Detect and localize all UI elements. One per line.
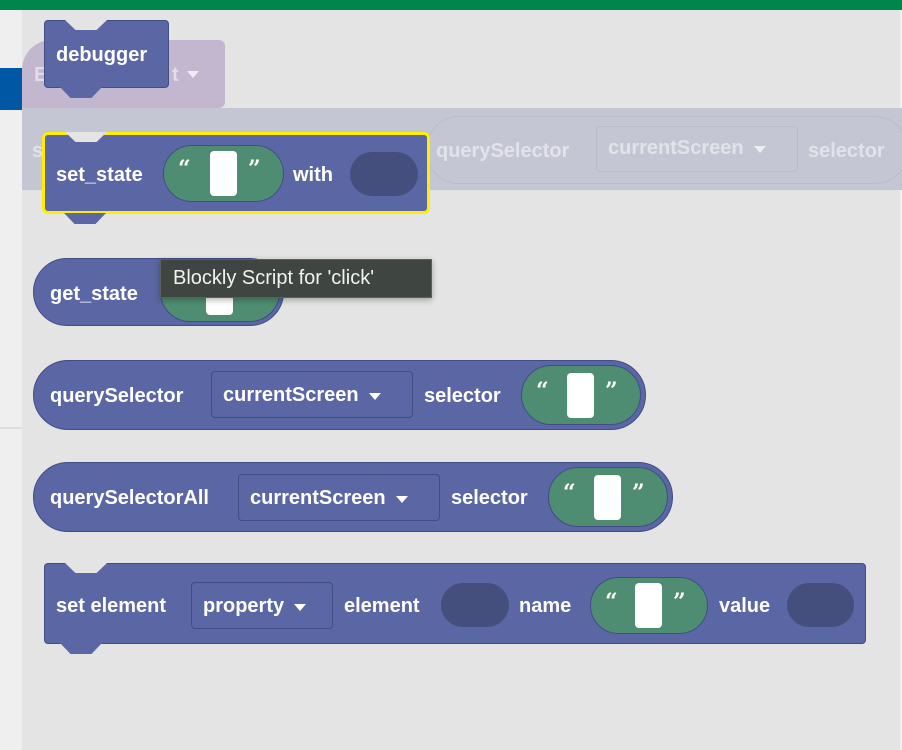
text-field[interactable] <box>567 373 594 418</box>
string-input[interactable]: “ ” <box>548 467 668 527</box>
string-input[interactable]: “ ” <box>521 365 641 425</box>
close-quote-icon: ” <box>248 156 261 182</box>
selector-label: selector <box>451 487 528 509</box>
value-slot[interactable] <box>787 583 854 627</box>
caret-icon <box>395 496 408 504</box>
debugger-block[interactable]: debugger <box>44 20 169 88</box>
divider <box>0 427 22 429</box>
name-label: name <box>519 595 572 617</box>
set-state-label: set_state <box>56 164 143 186</box>
dropdown-value: currentScreen <box>223 384 359 406</box>
screen-dropdown[interactable]: currentScreen <box>238 474 440 521</box>
property-dropdown[interactable]: property <box>191 582 333 629</box>
top-bar <box>0 0 902 10</box>
left-sidebar <box>0 10 22 750</box>
text-field[interactable] <box>210 151 237 196</box>
left-sidebar-selected-item[interactable] <box>0 68 22 110</box>
faded-selector-label: selector <box>808 140 885 162</box>
value-label: value <box>719 595 771 617</box>
caret-icon <box>368 393 381 401</box>
close-quote-icon: ” <box>605 378 618 404</box>
query-selector-all-label: querySelectorAll <box>50 487 209 509</box>
open-quote-icon: “ <box>536 378 549 404</box>
tooltip: Blockly Script for 'click' <box>160 259 432 298</box>
selector-label: selector <box>424 385 501 407</box>
caret-icon <box>753 146 766 154</box>
faded-dropdown-caret-icon <box>187 71 199 78</box>
value-slot[interactable] <box>350 152 418 196</box>
element-slot[interactable] <box>441 583 509 627</box>
text-field[interactable] <box>594 475 621 520</box>
close-quote-icon: ” <box>673 589 686 615</box>
string-input[interactable]: “ ” <box>163 145 284 202</box>
faded-query-selector-label: querySelector <box>436 140 570 162</box>
query-selector-block[interactable]: querySelector currentScreen selector “ ” <box>33 360 646 430</box>
block-notch <box>65 132 107 142</box>
open-quote-icon: “ <box>563 480 576 506</box>
open-quote-icon: “ <box>178 156 191 182</box>
set-state-block[interactable]: set_state “ ” with <box>42 132 430 214</box>
query-selector-all-block[interactable]: querySelectorAll currentScreen selector … <box>33 462 673 532</box>
get-state-label: get_state <box>50 283 138 305</box>
dropdown-value: property <box>203 595 285 617</box>
faded-dropdown: currentScreen <box>596 126 798 172</box>
query-selector-label: querySelector <box>50 385 184 407</box>
close-quote-icon: ” <box>632 480 645 506</box>
block-notch <box>65 563 107 573</box>
caret-icon <box>294 604 307 612</box>
open-quote-icon: “ <box>605 589 618 615</box>
faded-dropdown-value: currentScreen <box>608 137 744 159</box>
debugger-label: debugger <box>56 44 148 66</box>
dropdown-value: currentScreen <box>250 487 386 509</box>
set-element-label: set element <box>56 595 167 617</box>
with-label: with <box>293 164 333 186</box>
screen-dropdown[interactable]: currentScreen <box>211 371 413 418</box>
set-element-block[interactable]: set element property element name “ ” va… <box>44 563 866 644</box>
text-field[interactable] <box>635 583 662 628</box>
element-label: element <box>344 595 420 617</box>
faded-event-dropdown: t <box>172 64 179 86</box>
string-input[interactable]: “ ” <box>590 577 708 634</box>
block-notch <box>65 20 107 30</box>
